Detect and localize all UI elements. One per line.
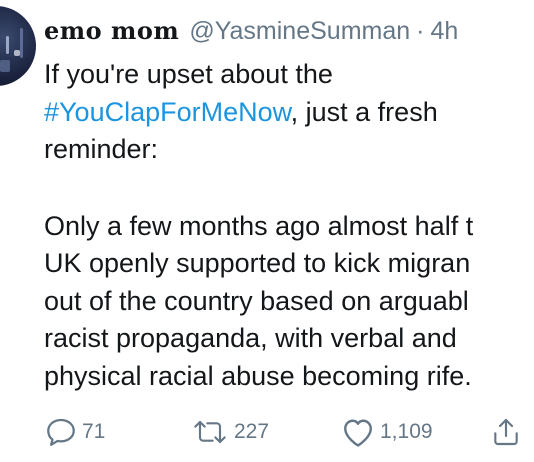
like-count: 1,109 xyxy=(380,420,433,443)
tweet-actions: 71 227 1,109 xyxy=(0,412,534,452)
tweet-text-line: physical racial abuse becoming rife. xyxy=(44,360,472,391)
display-name[interactable]: emo mom xyxy=(44,16,179,45)
retweet-icon xyxy=(190,415,230,449)
reply-button[interactable]: 71 xyxy=(44,412,105,452)
header-separator: · xyxy=(416,17,425,45)
tweet-timestamp[interactable]: 4h xyxy=(430,17,458,46)
user-handle[interactable]: @YasmineSumman xyxy=(189,17,410,46)
reply-count: 71 xyxy=(82,420,106,443)
tweet-text-line: racist propaganda, with verbal and xyxy=(44,323,457,353)
tweet-text: If you're upset about the #YouClapForMeN… xyxy=(44,56,534,395)
retweet-button[interactable]: 227 xyxy=(190,412,269,452)
hashtag-link[interactable]: #YouClapForMeNow xyxy=(44,97,291,127)
retweet-count: 227 xyxy=(234,420,270,443)
tweet-text-line: out of the country based on arguabl xyxy=(44,285,469,316)
share-button[interactable] xyxy=(490,412,522,452)
tweet-text-line: Only a few months ago almost half t xyxy=(44,210,474,241)
tweet-header: emo mom @YasmineSumman · 4h xyxy=(44,16,458,52)
like-button[interactable]: 1,109 xyxy=(340,412,433,452)
share-icon xyxy=(490,415,522,449)
tweet-card[interactable]: emo mom @YasmineSumman · 4h If you're up… xyxy=(0,0,534,462)
avatar[interactable] xyxy=(0,6,36,86)
tweet-text-fragment: , just a fresh xyxy=(290,96,438,127)
tweet-text-line: reminder: xyxy=(44,134,159,164)
tweet-text-line: UK openly supported to kick migran xyxy=(44,248,471,278)
heart-icon xyxy=(340,415,376,449)
reply-icon xyxy=(44,415,78,449)
tweet-text-line: If you're upset about the xyxy=(44,59,333,89)
tweet-text-line: #YouClapForMeNow, just a fresh xyxy=(44,94,534,132)
